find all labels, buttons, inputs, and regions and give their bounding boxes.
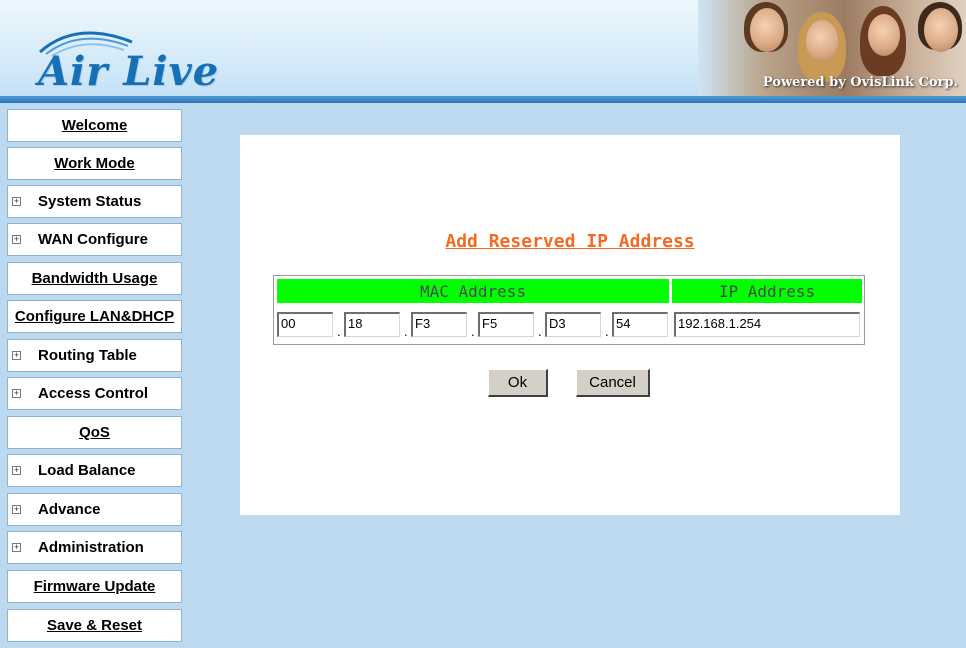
mac-separator: . [471,324,475,339]
sidebar-item-label: Administration [38,539,144,556]
sidebar-item-label: Configure LAN&DHCP [14,308,175,325]
sidebar-item-work-mode[interactable]: Work Mode [7,147,182,180]
header-divider [0,96,966,103]
header-banner: Air Live Powered by OvisLink Corp. [0,0,966,96]
cancel-button[interactable]: Cancel [576,369,650,397]
sidebar-item-label: QoS [79,424,110,441]
sidebar-item-qos[interactable]: QoS [7,416,182,449]
mac-address-header: MAC Address [277,279,669,303]
sidebar-item-firmware-update[interactable]: Firmware Update [7,570,182,603]
sidebar-item-system-status[interactable]: + System Status [7,185,182,218]
sidebar-item-label: Firmware Update [33,578,156,595]
sidebar-item-save-reset[interactable]: Save & Reset [7,609,182,642]
ip-address-header: IP Address [672,279,862,303]
sidebar-item-load-balance[interactable]: + Load Balance [7,454,182,487]
sidebar-item-label: Bandwidth Usage [31,270,158,287]
mac-separator: . [605,324,609,339]
sidebar-item-label: System Status [38,193,142,210]
ok-button[interactable]: Ok [488,369,548,397]
expand-plus-icon[interactable]: + [12,197,21,206]
sidebar-item-administration[interactable]: + Administration [7,531,182,564]
sidebar-item-label: WAN Configure [38,231,148,248]
sidebar-item-label: Welcome [61,117,128,134]
sidebar-item-label: Save & Reset [46,617,143,634]
mac-octet-6-input[interactable]: 54 [612,312,668,337]
sidebar-item-label: Load Balance [38,462,136,479]
mac-octet-1-input[interactable]: 00 [277,312,333,337]
expand-plus-icon[interactable]: + [12,505,21,514]
expand-plus-icon[interactable]: + [12,389,21,398]
powered-by-text: Powered by OvisLink Corp. [762,75,958,90]
sidebar-item-routing-table[interactable]: + Routing Table [7,339,182,372]
mac-octet-3-input[interactable]: F3 [411,312,467,337]
mac-separator: . [337,324,341,339]
sidebar-item-access-control[interactable]: + Access Control [7,377,182,410]
sidebar-item-wan-configure[interactable]: + WAN Configure [7,223,182,256]
mac-octet-4-input[interactable]: F5 [478,312,534,337]
sidebar-item-label: Advance [38,501,101,518]
main-content: Add Reserved IP Address MAC Address IP A… [190,103,966,648]
sidebar-item-advance[interactable]: + Advance [7,493,182,526]
sidebar: Welcome Work Mode + System Status + WAN Confi… [0,103,190,648]
logo-text: Air Live [38,48,220,95]
page-title: Add Reserved IP Address [445,231,695,252]
form-panel: Add Reserved IP Address MAC Address IP A… [240,135,900,515]
sidebar-item-bandwidth-usage[interactable]: Bandwidth Usage [7,262,182,295]
people-photo: Powered by OvisLink Corp. [698,0,966,96]
sidebar-item-label: Work Mode [54,155,135,172]
reservation-table: MAC Address IP Address 00 . 18 . F3 . F5… [273,275,865,345]
expand-plus-icon[interactable]: + [12,466,21,475]
sidebar-item-label: Access Control [38,385,149,402]
mac-separator: . [538,324,542,339]
expand-plus-icon[interactable]: + [12,351,21,360]
mac-separator: . [404,324,408,339]
airlive-logo: Air Live [28,18,248,95]
ip-address-input[interactable]: 192.168.1.254 [674,312,860,337]
sidebar-item-label: Routing Table [38,347,137,364]
mac-octet-2-input[interactable]: 18 [344,312,400,337]
expand-plus-icon[interactable]: + [12,235,21,244]
expand-plus-icon[interactable]: + [12,543,21,552]
sidebar-item-welcome[interactable]: Welcome [7,109,182,142]
mac-octet-5-input[interactable]: D3 [545,312,601,337]
sidebar-item-configure-lan-dhcp[interactable]: Configure LAN&DHCP [7,300,182,333]
